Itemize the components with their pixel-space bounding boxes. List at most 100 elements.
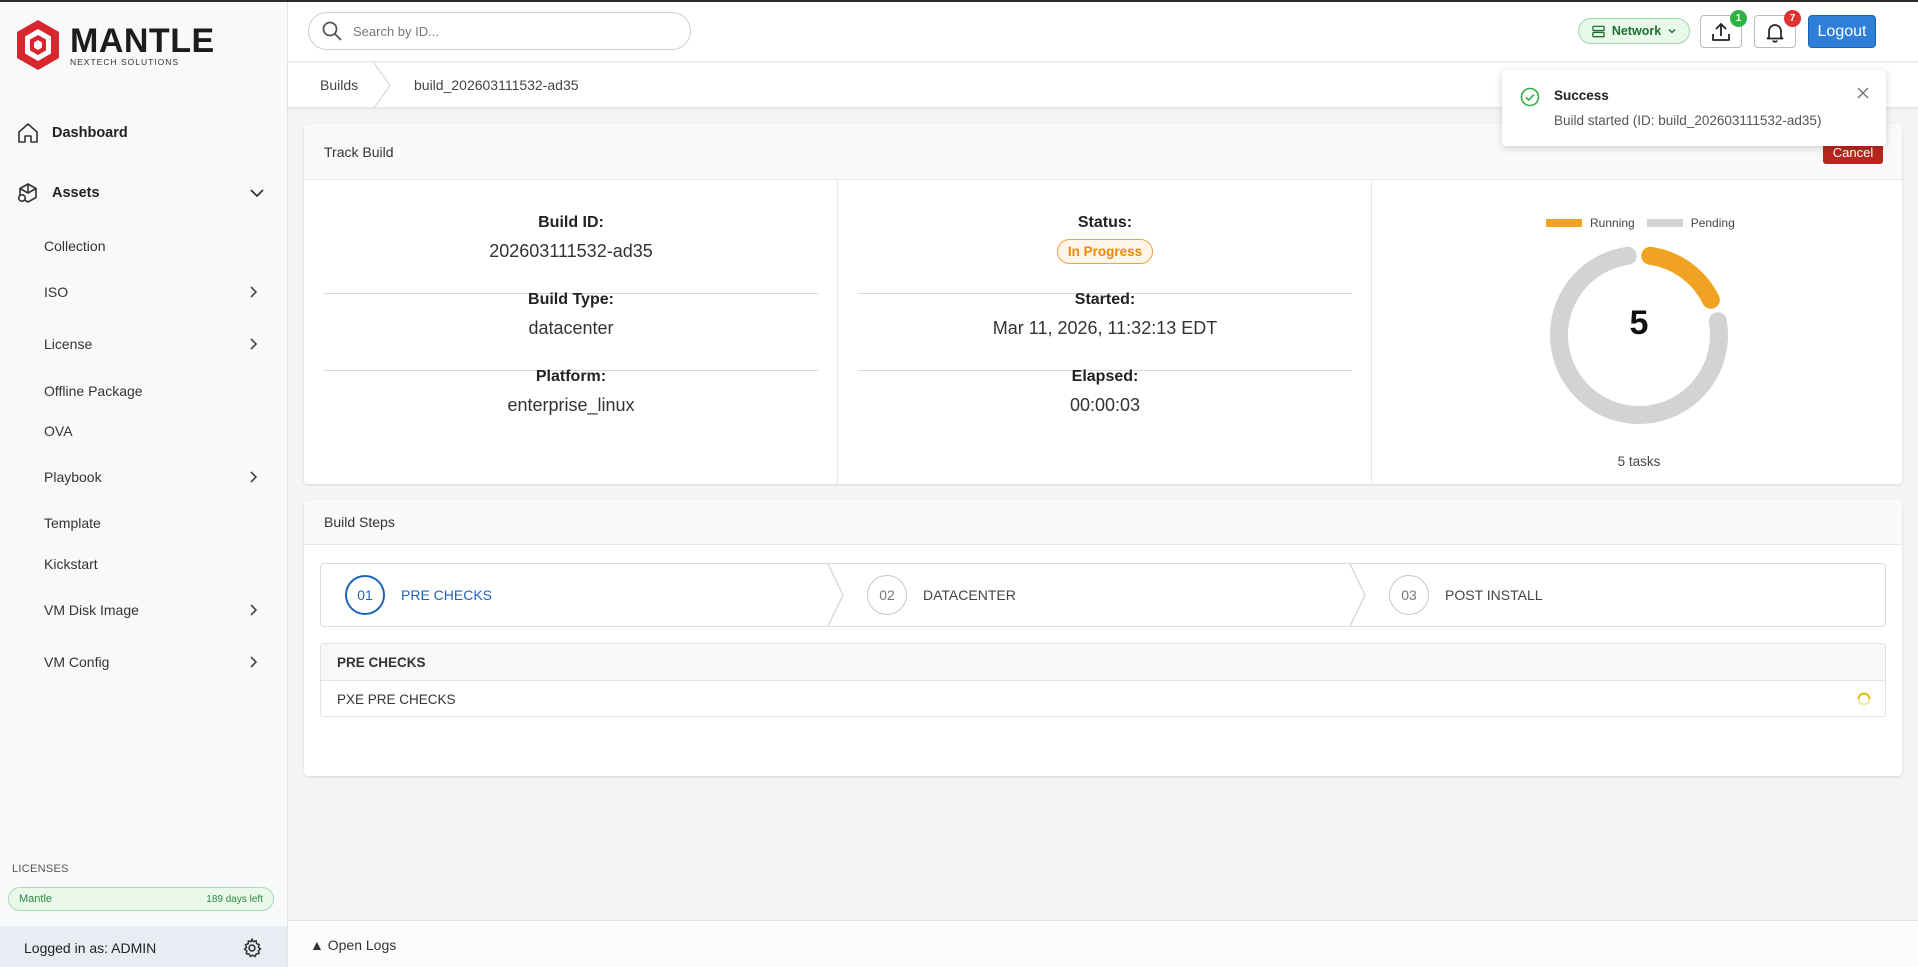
step-datacenter[interactable]: 02 DATACENTER: [867, 564, 1016, 626]
task-row[interactable]: PXE PRE CHECKS: [321, 681, 1885, 717]
build-id-label: Build ID:: [538, 214, 604, 231]
upload-button[interactable]: 1: [1700, 10, 1747, 48]
notifications-button[interactable]: 7: [1754, 10, 1801, 48]
check-circle-icon: [1520, 87, 1540, 107]
licenses-heading: LICENSES: [12, 863, 69, 875]
legend-swatch-pending: [1646, 219, 1683, 227]
total-tasks-count: 5: [1629, 304, 1649, 342]
step-post-install[interactable]: 03 POST INSTALL: [1389, 564, 1543, 626]
started-field: Started: Mar 11, 2026, 11:32:13 EDT: [858, 291, 1352, 339]
search-icon: [322, 21, 342, 41]
stage-title: PRE CHECKS: [321, 644, 1885, 681]
chevron-down-icon[interactable]: [248, 184, 266, 202]
tasks-label: 5 tasks: [1617, 454, 1661, 469]
brand-logo[interactable]: MANTLE NEXTECH SOLUTIONS: [14, 18, 215, 72]
sidebar-nav: Dashboard Assets Collection ISO License …: [0, 110, 288, 688]
sidebar-item-label: VM Config: [44, 654, 110, 670]
bell-icon: [1766, 23, 1784, 43]
license-badge[interactable]: Mantle 189 days left: [8, 887, 274, 911]
track-build-card: Track Build Cancel Build ID: 20260311153…: [304, 124, 1902, 484]
sidebar-item-kickstart[interactable]: Kickstart: [0, 544, 288, 584]
sidebar-item-label: Dashboard: [52, 125, 128, 141]
user-bar: Logged in as: ADMIN: [0, 926, 287, 967]
status-field: Status: In Progress: [858, 214, 1352, 264]
sidebar-item-iso[interactable]: ISO: [0, 268, 288, 316]
license-name: Mantle: [19, 893, 53, 905]
sidebar-item-collection[interactable]: Collection: [0, 224, 288, 268]
step-pre-checks[interactable]: 01 PRE CHECKS: [345, 564, 492, 626]
platform-label: Platform:: [535, 368, 607, 385]
upload-count-badge: 1: [1730, 10, 1747, 27]
sidebar-item-dashboard[interactable]: Dashboard: [0, 110, 288, 156]
build-status-column: Status: In Progress Started: Mar 11, 202…: [838, 180, 1372, 484]
gear-icon[interactable]: [241, 937, 263, 959]
legend-swatch-running: [1546, 219, 1582, 227]
sidebar-item-label: Collection: [44, 238, 106, 254]
upload-icon: [1712, 22, 1730, 41]
build-steps-card: Build Steps 01 PRE CHECKS 02 DATACENTER …: [304, 500, 1902, 776]
elapsed-label: Elapsed:: [1071, 368, 1139, 385]
sidebar-item-vm-config[interactable]: VM Config: [0, 636, 288, 688]
step-label: POST INSTALL: [1445, 587, 1543, 603]
step-number: 02: [867, 575, 907, 615]
network-label: Network: [1611, 24, 1662, 38]
sidebar-item-ova[interactable]: OVA: [0, 410, 288, 452]
legend-label-running: Running: [1590, 216, 1635, 230]
home-icon: [18, 123, 38, 143]
build-type-label: Build Type:: [528, 291, 614, 308]
step-number: 01: [345, 575, 385, 615]
donut-legend: Running Pending: [1546, 216, 1735, 230]
chevron-right-icon: [250, 604, 258, 616]
sidebar-item-label: OVA: [44, 423, 73, 439]
logged-in-label: Logged in as: ADMIN: [24, 939, 157, 956]
breadcrumb-separator-icon: [373, 63, 391, 108]
network-selector[interactable]: Network: [1578, 18, 1690, 44]
step-separator-icon: [1349, 564, 1366, 626]
sidebar-item-offline-package[interactable]: Offline Package: [0, 372, 288, 410]
build-steps-title: Build Steps: [304, 500, 1902, 545]
sidebar-item-label: License: [44, 336, 93, 352]
step-label: DATACENTER: [923, 587, 1016, 603]
sidebar-item-label: ISO: [44, 284, 69, 300]
sidebar: MANTLE NEXTECH SOLUTIONS Dashboard Asset…: [0, 2, 288, 967]
platform-field: Platform: enterprise_linux: [324, 368, 818, 416]
logout-button[interactable]: Logout: [1808, 15, 1876, 48]
platform-value: enterprise_linux: [507, 395, 635, 415]
task-progress-column: Running Pending 5 5 tasks: [1372, 180, 1902, 484]
build-id-field: Build ID: 202603111532-ad35: [324, 214, 818, 262]
build-id-value: 202603111532-ad35: [489, 241, 653, 261]
top-header: Network 1 7 Logout: [288, 2, 1918, 62]
sidebar-item-license[interactable]: License: [0, 316, 288, 372]
build-type-value: datacenter: [528, 318, 614, 338]
server-icon: [1592, 25, 1605, 37]
toast-title: Success: [1554, 88, 1609, 103]
step-number: 03: [1389, 575, 1429, 615]
sidebar-item-label: Kickstart: [44, 556, 98, 572]
search-input[interactable]: [353, 23, 653, 39]
elapsed-field: Elapsed: 00:00:03: [858, 368, 1352, 416]
task-label: PXE PRE CHECKS: [337, 691, 456, 707]
notification-count-badge: 7: [1784, 10, 1801, 27]
chevron-right-icon: [250, 656, 258, 668]
chevron-down-icon: [1668, 28, 1676, 34]
donut-running-segment: [1641, 246, 1720, 309]
sidebar-item-label: Template: [44, 515, 101, 531]
sidebar-item-assets[interactable]: Assets: [0, 170, 288, 216]
search-box[interactable]: [308, 12, 691, 50]
close-icon[interactable]: [1856, 86, 1870, 100]
sidebar-item-playbook[interactable]: Playbook: [0, 452, 288, 502]
started-value: Mar 11, 2026, 11:32:13 EDT: [992, 318, 1218, 338]
assets-icon: [17, 183, 37, 203]
toast-message: Build started (ID: build_202603111532-ad…: [1554, 113, 1822, 128]
license-days-left: 189 days left: [206, 893, 263, 905]
open-logs-toggle[interactable]: ▲ Open Logs: [288, 920, 1918, 967]
chevron-right-icon: [250, 286, 258, 298]
sidebar-item-template[interactable]: Template: [0, 502, 288, 544]
breadcrumb-builds-link[interactable]: Builds: [320, 77, 358, 93]
sidebar-item-vm-disk-image[interactable]: VM Disk Image: [0, 584, 288, 636]
step-separator-icon: [827, 564, 844, 626]
chevron-right-icon: [250, 338, 258, 350]
spinner-icon: [1857, 692, 1871, 706]
breadcrumb-current: build_202603111532-ad35: [414, 77, 579, 93]
sidebar-item-label: Offline Package: [44, 383, 143, 399]
